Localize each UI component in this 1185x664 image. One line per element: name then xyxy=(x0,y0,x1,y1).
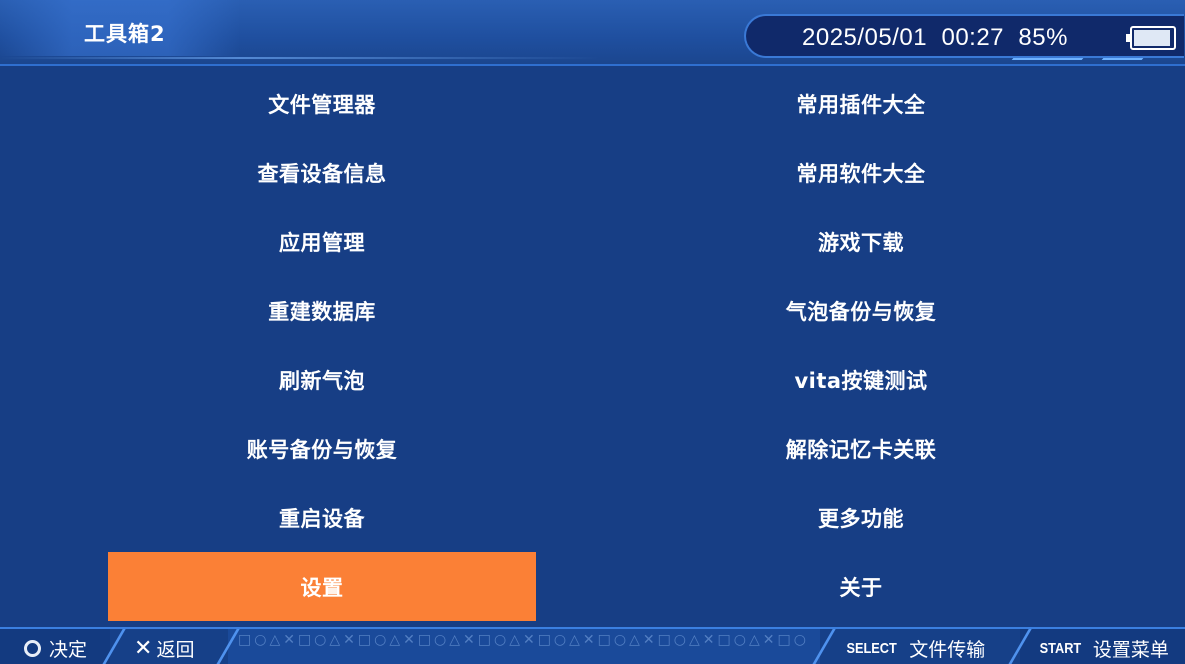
confirm-label: 决定 xyxy=(49,639,88,661)
menu-item-left-7[interactable]: 重启设备 xyxy=(108,483,536,552)
footer-bar: □○△✕□○△✕□○△✕□○△✕□○△✕□○△✕□○△✕□○△✕□○△✕□○△✕… xyxy=(0,627,1185,664)
cross-button-icon: ✕ xyxy=(134,636,153,661)
menu-item-label: 更多功能 xyxy=(818,506,904,531)
menu-item-right-8[interactable]: 关于 xyxy=(647,552,1075,621)
circle-button-icon xyxy=(24,640,41,657)
menu-item-label: 设置 xyxy=(300,575,344,600)
header-decoration xyxy=(0,57,600,59)
menu-item-label: 账号备份与恢复 xyxy=(246,437,398,462)
menu-item-label: 应用管理 xyxy=(279,230,365,255)
menu-item-label: 气泡备份与恢复 xyxy=(785,299,937,324)
confirm-hint[interactable]: 决定 xyxy=(24,635,87,662)
battery-percent: 85% xyxy=(1018,24,1068,51)
start-hint[interactable]: START 设置菜单 xyxy=(1036,635,1169,662)
menu-item-label: 常用插件大全 xyxy=(796,92,926,117)
menu-item-right-3[interactable]: 游戏下载 xyxy=(647,207,1075,276)
menu-item-label: 查看设备信息 xyxy=(257,161,387,186)
menu-item-left-6[interactable]: 账号备份与恢复 xyxy=(108,414,536,483)
menu-item-right-1[interactable]: 常用插件大全 xyxy=(647,69,1075,138)
back-label: 返回 xyxy=(156,639,195,661)
menu-item-label: 关于 xyxy=(839,575,883,600)
header-bar: 工具箱2 2025/05/01 00:27 85% xyxy=(0,0,1185,66)
menu-item-label: 重启设备 xyxy=(279,506,365,531)
menu-item-left-3[interactable]: 应用管理 xyxy=(108,207,536,276)
menu-item-right-6[interactable]: 解除记忆卡关联 xyxy=(647,414,1075,483)
header-corner-decoration xyxy=(1006,58,1084,66)
status-date: 2025/05/01 xyxy=(802,24,928,51)
select-hint[interactable]: SELECT 文件传输 xyxy=(842,635,985,662)
battery-icon xyxy=(1126,26,1176,50)
menu-item-right-4[interactable]: 气泡备份与恢复 xyxy=(647,276,1075,345)
select-action-label: 文件传输 xyxy=(909,639,986,661)
footer-pattern: □○△✕□○△✕□○△✕□○△✕□○△✕□○△✕□○△✕□○△✕□○△✕□○△✕ xyxy=(238,632,808,648)
menu-item-label: vita按键测试 xyxy=(794,368,928,393)
menu-item-right-2[interactable]: 常用软件大全 xyxy=(647,138,1075,207)
menu-item-right-5[interactable]: vita按键测试 xyxy=(647,345,1075,414)
status-datetime: 2025/05/01 00:27 85% xyxy=(802,24,1068,52)
back-hint[interactable]: ✕ 返回 xyxy=(134,635,194,662)
menu-item-right-7[interactable]: 更多功能 xyxy=(647,483,1075,552)
start-action-label: 设置菜单 xyxy=(1092,639,1169,661)
menu-item-label: 刷新气泡 xyxy=(279,368,365,393)
select-key-label: SELECT xyxy=(846,640,897,657)
menu-item-left-8[interactable]: 设置 xyxy=(108,552,536,621)
menu-item-left-4[interactable]: 重建数据库 xyxy=(108,276,536,345)
menu-item-label: 游戏下载 xyxy=(818,230,904,255)
start-key-label: START xyxy=(1039,640,1082,657)
page-title: 工具箱2 xyxy=(84,22,166,46)
menu-item-label: 文件管理器 xyxy=(268,92,376,117)
menu-item-left-5[interactable]: 刷新气泡 xyxy=(108,345,536,414)
status-area: 2025/05/01 00:27 85% xyxy=(744,14,1184,58)
toolbox-menu: 文件管理器查看设备信息 应用管理重建数据库刷新气泡账号备份与恢复 重启设备设置 常用插… xyxy=(0,69,1185,627)
menu-item-label: 重建数据库 xyxy=(268,299,376,324)
status-time: 00:27 xyxy=(941,24,1005,51)
menu-item-label: 解除记忆卡关联 xyxy=(785,437,937,462)
menu-item-label: 常用软件大全 xyxy=(796,161,926,186)
menu-item-left-1[interactable]: 文件管理器 xyxy=(108,69,536,138)
menu-item-left-2[interactable]: 查看设备信息 xyxy=(108,138,536,207)
header-corner-decoration xyxy=(1096,58,1144,66)
